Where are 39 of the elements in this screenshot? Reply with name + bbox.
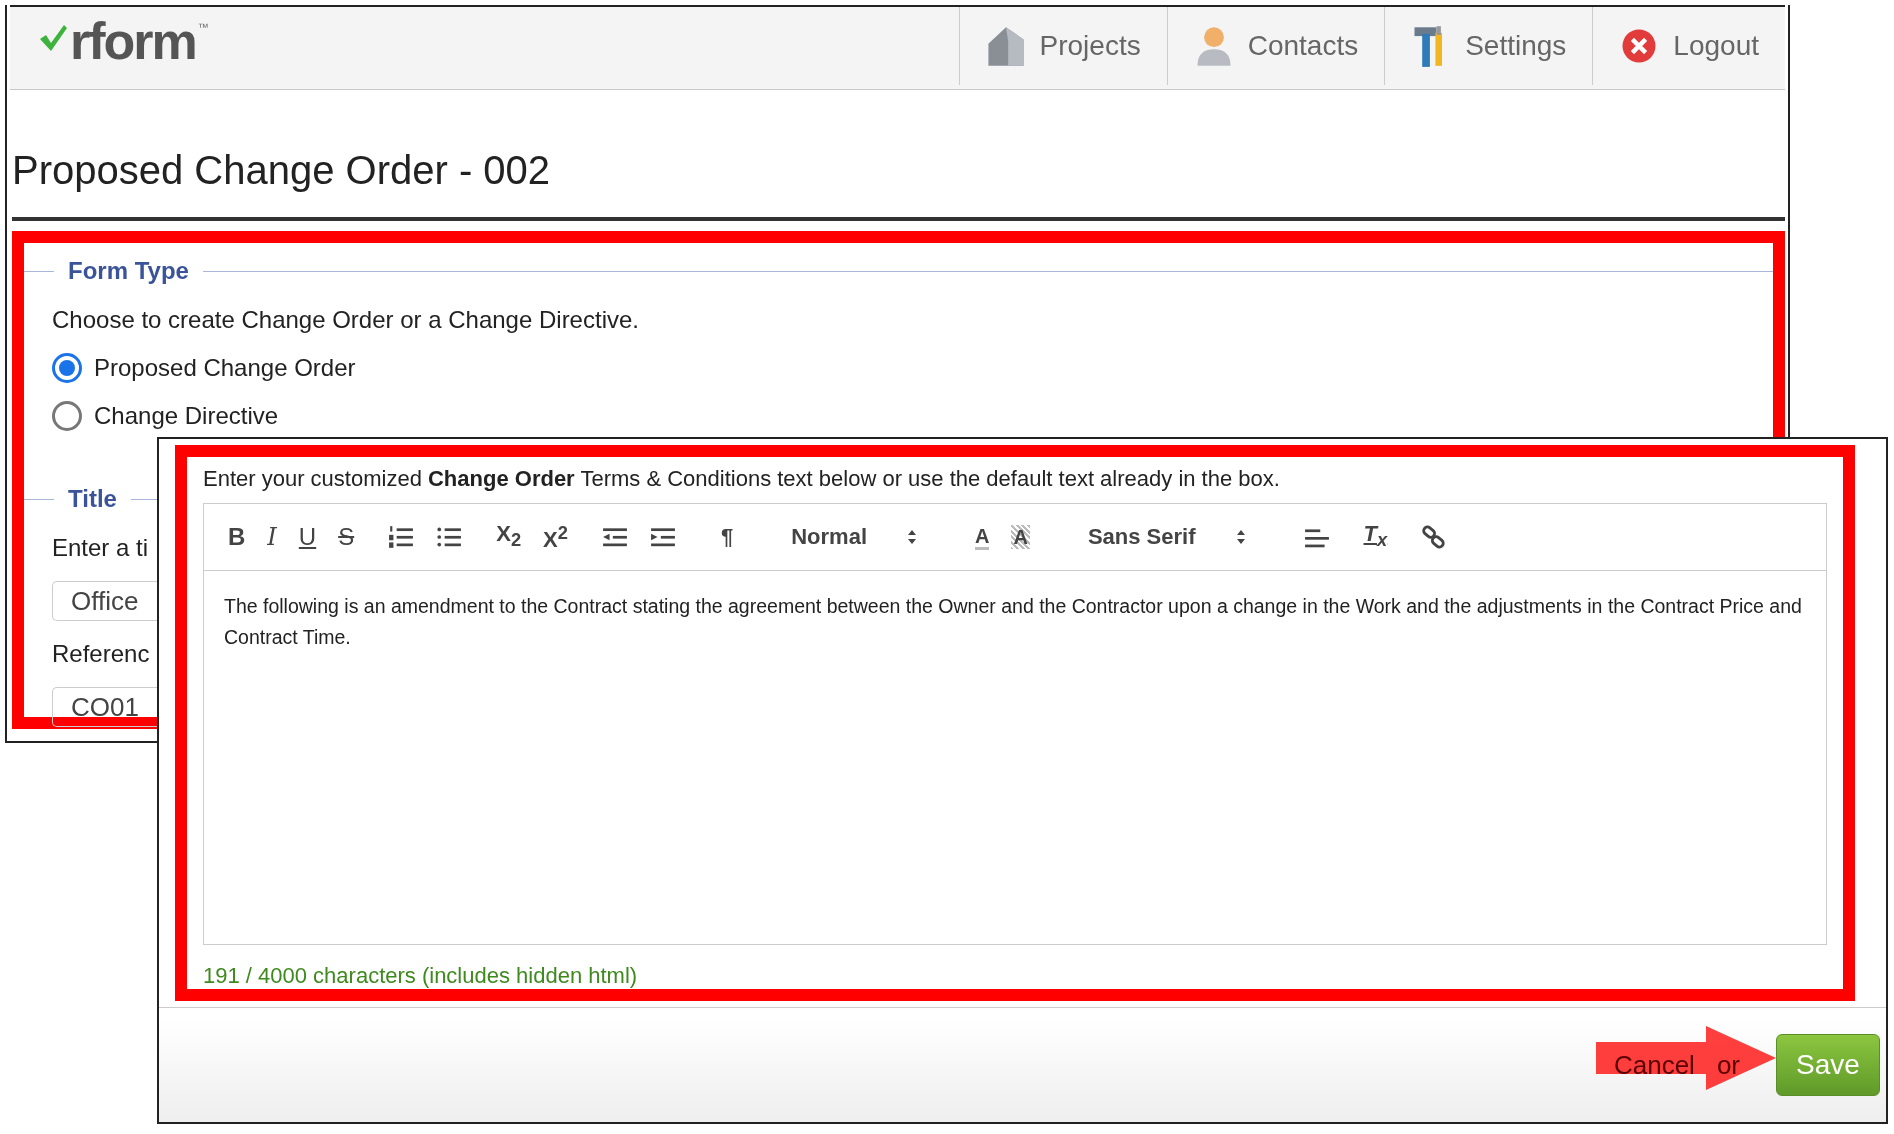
link-icon[interactable] bbox=[1421, 525, 1448, 549]
character-counter: 191 / 4000 characters (includes hidden html) bbox=[203, 963, 639, 989]
separator-text: or bbox=[1716, 1049, 1740, 1081]
radio-label: Proposed Change Order bbox=[94, 353, 356, 383]
section-legend: Title bbox=[68, 485, 117, 513]
sort-caret-icon bbox=[907, 529, 917, 545]
dropdown-select[interactable]: Normal bbox=[791, 523, 917, 551]
prompt-text: Enter a ti bbox=[52, 533, 149, 563]
trademark-mark: ™ bbox=[197, 21, 209, 33]
indent-icon[interactable] bbox=[649, 525, 676, 549]
sort-caret-icon bbox=[1235, 529, 1246, 545]
editor-text[interactable]: The following is an amendment to the Contract stating the agreement between the Owner and the Contractor upon a change in the Work and the adjustments in the Contract Price and Contract Time. bbox=[204, 571, 1826, 653]
outdent-icon[interactable] bbox=[601, 525, 628, 549]
bullet-list-icon[interactable] bbox=[436, 525, 463, 549]
nav-link[interactable]: Contacts bbox=[1166, 7, 1385, 85]
radio-button[interactable] bbox=[52, 353, 82, 383]
subscript-button[interactable]: X$_{2}$ bbox=[496, 519, 522, 555]
radio-label: Change Directive bbox=[94, 401, 279, 431]
nav-link[interactable]: Logout bbox=[1592, 7, 1785, 85]
logo-text: rform bbox=[70, 13, 196, 69]
section-legend: Form Type bbox=[68, 257, 189, 285]
nav-link[interactable]: Settings bbox=[1384, 7, 1593, 85]
clear-format-button[interactable]: T$_{x}$ bbox=[1363, 519, 1388, 555]
field-label: Referenc bbox=[52, 639, 150, 669]
underline-button[interactable]: U bbox=[298, 523, 317, 551]
italic-button[interactable]: I bbox=[267, 523, 277, 551]
dropdown-select[interactable]: Sans Serif bbox=[1087, 523, 1246, 551]
text-direction-button[interactable]: ¶ bbox=[709, 523, 734, 551]
text-color-button[interactable]: A bbox=[975, 524, 990, 550]
nav-link[interactable]: Projects bbox=[958, 7, 1167, 85]
bold-button[interactable]: B bbox=[228, 523, 246, 551]
page-title: Proposed Change Order - 002 bbox=[12, 148, 1785, 221]
strikethrough-button[interactable]: S bbox=[338, 523, 355, 551]
superscript-button[interactable]: X$^{2}$ bbox=[543, 519, 568, 555]
radio-button[interactable] bbox=[52, 401, 82, 431]
intro-text: Enter your customized Change Order Terms & Conditions text below or use the default text already in the box. bbox=[203, 465, 1281, 493]
numbered-list-icon[interactable] bbox=[388, 525, 415, 549]
prompt-text: Choose to create Change Order or a Change Directive. bbox=[52, 305, 639, 335]
cancel-link[interactable]: Cancel bbox=[1613, 1049, 1695, 1081]
